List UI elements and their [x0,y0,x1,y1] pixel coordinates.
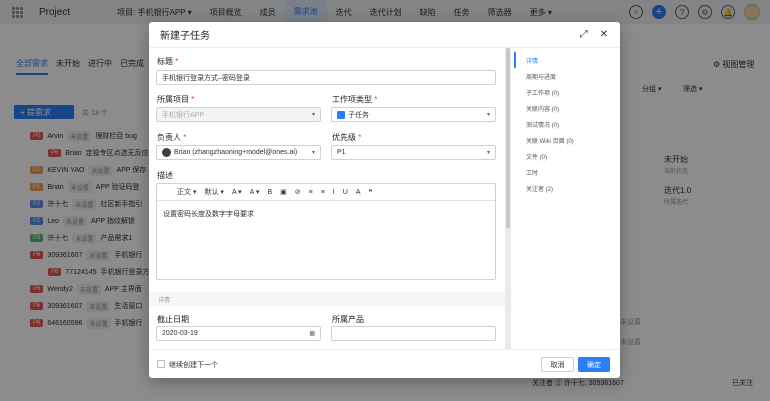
due-date-value: 2020-03-19 [162,330,198,337]
title-label-text: 标题 [157,57,173,66]
type-label-text: 工作项类型 [332,95,372,104]
owner-label: 负责人 * [157,133,187,142]
description-text[interactable]: 设置密码长度及数字字母要求 [157,201,495,227]
owner-value: Brian (zhangzhaoning+model@ones.ai) [174,149,298,156]
dialog-header: 新建子任务 ⤢ ✕ [149,22,620,48]
type-select[interactable]: 子任务 ▾ [331,107,496,122]
project-select: 手机银行APP ▾ [156,107,321,122]
expand-icon[interactable]: ⤢ [580,29,588,40]
anchor-nav-item[interactable]: 详情 [514,52,620,68]
anchor-nav-item[interactable]: 关联 Wiki 页面 (0) [514,132,620,148]
anchor-nav-item[interactable]: 子工作项 (0) [514,84,620,100]
details-section-header: 详情 [149,292,505,306]
toolbar-button[interactable]: I [333,189,335,196]
description-label: 描述 [157,171,173,180]
dialog-title: 新建子任务 [160,31,210,42]
editor-toolbar: 正文 ▾ 默认 ▾ A ▾ A ▾ B ▣ ⊘ ≡ ≡ I U A ❝ [157,184,495,201]
continue-create-checkbox[interactable] [157,360,165,368]
project-value: 手机银行APP [162,111,205,119]
owner-label-text: 负责人 [157,133,181,142]
type-label: 工作项类型 * [332,95,378,104]
project-label: 所属项目 * [157,95,195,104]
toolbar-button[interactable]: A ▾ [232,188,242,196]
priority-label: 优先级 * [332,133,362,142]
toolbar-button[interactable]: ▣ [280,188,287,196]
priority-label-text: 优先级 [332,133,356,142]
close-icon[interactable]: ✕ [600,29,608,40]
subtask-icon [337,110,345,119]
cancel-button[interactable]: 取消 [541,357,574,372]
description-editor[interactable]: 正文 ▾ 默认 ▾ A ▾ A ▾ B ▣ ⊘ ≡ ≡ I U A ❝ 设置密码长度及数字字母要求 [156,183,496,280]
calendar-icon: ▦ [309,331,315,337]
toolbar-button[interactable]: ≡ [321,189,325,196]
dialog-anchor-nav: 详情 周期与进度 子工作项 (0) 关联内容 (0) 测试情况 (0) 关联 Wiki 页… [514,52,620,196]
due-date-label: 截止日期 [157,315,189,324]
due-date-input[interactable]: 2020-03-19 ▦ [156,326,321,341]
product-select[interactable] [331,326,496,341]
title-label: 标题 * [157,57,179,66]
toolbar-button[interactable]: A [356,189,361,196]
chevron-down-icon: ▾ [311,112,315,118]
anchor-nav-item[interactable]: 测试情况 (0) [514,116,620,132]
anchor-nav-item[interactable]: 工时 [514,164,620,180]
dialog-footer: 继续创建下一个 取消 确定 [149,349,620,378]
chevron-down-icon: ▾ [486,150,490,156]
toolbar-button[interactable]: U [343,189,348,196]
toolbar-button[interactable]: ⊘ [295,188,301,196]
toolbar-button[interactable]: 正文 ▾ [177,187,196,197]
title-input[interactable]: 手机银行登录方式–密码登录 [156,70,496,85]
scrollbar-thumb[interactable] [506,48,510,228]
chevron-down-icon: ▾ [311,150,315,156]
anchor-nav-item[interactable]: 文件 (0) [514,148,620,164]
project-label-text: 所属项目 [157,95,189,104]
owner-select[interactable]: Brian (zhangzhaoning+model@ones.ai) ▾ [156,145,321,160]
anchor-nav-item[interactable]: 关联内容 (0) [514,100,620,116]
anchor-nav-item[interactable]: 关注者 (2) [514,180,620,196]
type-value: 子任务 [348,111,369,119]
chevron-down-icon: ▾ [486,112,490,118]
product-label: 所属产品 [332,315,364,324]
priority-select[interactable]: P1 ▾ [331,145,496,160]
dialog-form: 标题 * 手机银行登录方式–密码登录 所属项目 * 手机银行APP ▾ 工作项类型… [149,48,505,349]
priority-value: P1 [337,149,346,156]
toolbar-button[interactable]: B [267,189,272,196]
toolbar-button[interactable]: ❝ [368,188,372,196]
new-subtask-dialog: 新建子任务 ⤢ ✕ 标题 * 手机银行登录方式–密码登录 所属项目 * 手机银行… [149,22,620,378]
anchor-nav-item[interactable]: 周期与进度 [514,68,620,84]
continue-create-label[interactable]: 继续创建下一个 [169,360,218,370]
toolbar-button[interactable]: 默认 ▾ [204,187,223,197]
owner-avatar [162,148,171,157]
confirm-button[interactable]: 确定 [578,357,610,372]
toolbar-button[interactable]: A ▾ [250,188,260,196]
toolbar-button[interactable]: ≡ [309,189,313,196]
form-scrollbar[interactable] [505,48,511,349]
